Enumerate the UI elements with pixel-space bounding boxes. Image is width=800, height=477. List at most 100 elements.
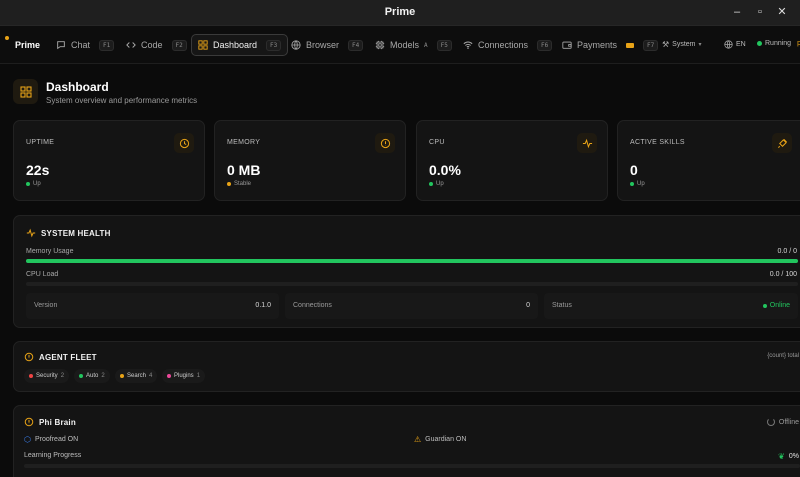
tab-payments[interactable]: Payments F7 bbox=[556, 34, 664, 56]
status-value: Online bbox=[762, 302, 790, 309]
version-cell: Version 0.1.0 bbox=[26, 293, 279, 319]
chip-label: Auto bbox=[86, 373, 99, 379]
system-health-panel: SYSTEM HEALTH Memory Usage 0.0 / 0 CPU L… bbox=[13, 215, 800, 328]
activity-icon bbox=[26, 228, 36, 238]
stat-status: Up bbox=[630, 181, 645, 187]
connections-label: Connections bbox=[293, 302, 332, 309]
system-menu[interactable]: ⚒ System ▾ bbox=[662, 40, 702, 49]
stat-status-label: Up bbox=[33, 181, 41, 187]
hexagon-icon: ⬡ bbox=[24, 435, 31, 444]
tab-label: Dashboard bbox=[213, 40, 258, 50]
info-icon bbox=[24, 417, 34, 427]
memory-usage-label: Memory Usage bbox=[26, 248, 74, 255]
fleet-chip-security[interactable]: Security 2 bbox=[24, 369, 70, 383]
chip-count: 4 bbox=[149, 373, 153, 379]
shortcut-badge: F6 bbox=[537, 39, 553, 51]
guardian-label: Guardian ON bbox=[425, 436, 467, 443]
agent-fleet-header: AGENT FLEET bbox=[24, 352, 97, 362]
section-title: Phi Brain bbox=[39, 417, 76, 427]
tab-browser[interactable]: Browser F4 bbox=[285, 34, 369, 56]
phi-brain-header: Phi Brain bbox=[24, 417, 76, 427]
clock-icon bbox=[174, 133, 194, 153]
phi-brain-panel: Phi Brain Offline ⬡ Proofread ON ⚠ Guard… bbox=[13, 405, 800, 477]
stat-card-cpu: CPU 0.0% Up bbox=[416, 120, 608, 201]
tab-label: Browser bbox=[306, 40, 340, 50]
plug-icon bbox=[772, 133, 792, 153]
fleet-chip-search[interactable]: Search 4 bbox=[115, 369, 158, 383]
stat-status: Stable bbox=[227, 181, 251, 187]
chevron-down-icon: ▾ bbox=[698, 42, 702, 48]
tab-chat[interactable]: Chat F1 bbox=[50, 34, 120, 56]
status-dot bbox=[630, 182, 634, 186]
info-icon bbox=[24, 352, 34, 362]
learning-progress-label: Learning Progress bbox=[24, 452, 82, 459]
brain-status: Offline bbox=[766, 418, 799, 426]
stat-status: Up bbox=[26, 181, 41, 187]
system-health-header: SYSTEM HEALTH bbox=[26, 228, 111, 238]
tab-models[interactable]: Models A F5 bbox=[369, 34, 458, 56]
status-cell: Status Online bbox=[544, 293, 798, 319]
shortcut-badge: F7 bbox=[643, 39, 659, 51]
minimize-button[interactable]: – bbox=[730, 5, 744, 19]
tab-label: Code bbox=[141, 40, 163, 50]
system-label: System bbox=[672, 41, 696, 48]
run-status: Running p bbox=[757, 40, 800, 47]
tab-code[interactable]: Code F2 bbox=[120, 34, 193, 56]
model-badge: A bbox=[424, 41, 428, 49]
brand-logo[interactable]: Prime bbox=[15, 40, 40, 50]
chip-dot bbox=[29, 374, 33, 378]
version-label: Version bbox=[34, 302, 58, 309]
agent-fleet-panel: AGENT FLEET {count} total Security 2 Auto… bbox=[13, 341, 800, 392]
wrench-icon: ⚒ bbox=[662, 40, 670, 49]
learning-progress-percent: 0% bbox=[788, 453, 799, 460]
status-dot bbox=[429, 182, 433, 186]
chip-count: 1 bbox=[196, 373, 201, 379]
chat-bubble-icon bbox=[57, 41, 65, 50]
stat-label: UPTIME bbox=[26, 139, 55, 146]
status-dot bbox=[26, 182, 30, 186]
chip-dot bbox=[167, 374, 171, 378]
memory-usage-value: 0.0 / 0 bbox=[777, 248, 797, 255]
language-label: EN bbox=[736, 41, 746, 48]
learning-progress-bar bbox=[24, 464, 800, 468]
chip-label: Plugins bbox=[174, 373, 194, 379]
grid-icon bbox=[19, 85, 32, 98]
globe-icon bbox=[291, 40, 301, 50]
tab-label: Connections bbox=[478, 40, 529, 50]
brain-status-label: Offline bbox=[778, 418, 799, 426]
fleet-chip-auto[interactable]: Auto 2 bbox=[74, 369, 110, 383]
sprout-icon: ❦ bbox=[778, 452, 785, 461]
stat-card-memory: MEMORY 0 MB Stable bbox=[214, 120, 406, 201]
section-title: AGENT FLEET bbox=[39, 352, 97, 362]
fleet-chip-plugins[interactable]: Plugins 1 bbox=[162, 369, 206, 383]
connections-value: 0 bbox=[526, 302, 530, 309]
window-titlebar: Prime – ▫ ✕ bbox=[0, 0, 800, 26]
stat-card-uptime: UPTIME 22s Up bbox=[13, 120, 205, 201]
version-value: 0.1.0 bbox=[255, 302, 271, 309]
stat-card-active-skills: ACTIVE SKILLS 0 Up bbox=[617, 120, 800, 201]
globe-icon bbox=[724, 40, 733, 49]
wifi-icon bbox=[463, 41, 473, 49]
page-subtitle: System overview and performance metrics bbox=[46, 96, 198, 105]
stat-status-label: Up bbox=[637, 181, 645, 187]
stat-value: 0 bbox=[630, 162, 638, 178]
run-status-label: Running bbox=[765, 40, 792, 47]
tab-connections[interactable]: Connections F6 bbox=[457, 34, 558, 56]
chip-count: 2 bbox=[101, 373, 105, 379]
stat-value: 22s bbox=[26, 162, 50, 178]
connections-cell: Connections 0 bbox=[285, 293, 538, 319]
activity-icon bbox=[577, 133, 597, 153]
grid-icon bbox=[198, 40, 208, 50]
close-button[interactable]: ✕ bbox=[775, 5, 789, 19]
shortcut-badge: F2 bbox=[171, 39, 187, 51]
chip-count: 2 bbox=[60, 373, 65, 379]
fleet-total: {count} total bbox=[767, 353, 799, 359]
maximize-button[interactable]: ▫ bbox=[753, 5, 767, 19]
proofread-label: Proofread ON bbox=[34, 436, 79, 443]
tab-label: Models bbox=[390, 40, 420, 50]
stat-label: ACTIVE SKILLS bbox=[630, 139, 685, 146]
chip-dot bbox=[79, 374, 83, 378]
language-switch[interactable]: EN bbox=[724, 40, 746, 49]
wallet-color-icon bbox=[626, 42, 635, 48]
tab-dashboard[interactable]: Dashboard F3 bbox=[191, 34, 289, 56]
